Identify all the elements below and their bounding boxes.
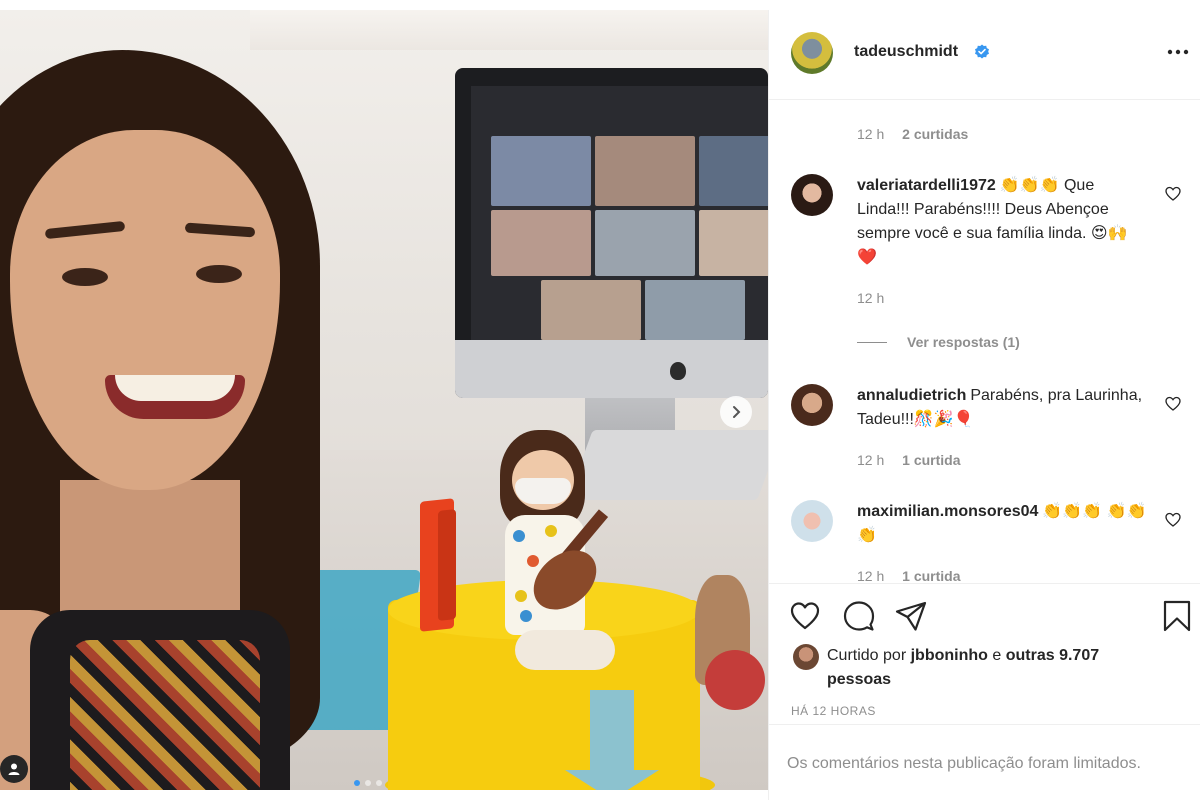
commenter-avatar[interactable] bbox=[791, 500, 833, 542]
carousel-dot-1 bbox=[354, 780, 360, 786]
second-figurine-dress bbox=[705, 650, 765, 710]
girl-eye-left bbox=[62, 268, 108, 286]
commenter-username[interactable]: annaludietrich bbox=[857, 387, 966, 404]
comment-time: 12 h bbox=[857, 568, 885, 583]
view-replies-button[interactable]: Ver respostas (1) bbox=[857, 334, 1020, 350]
commenter-avatar[interactable] bbox=[791, 384, 833, 426]
photo-monitor bbox=[455, 68, 768, 398]
post-photo[interactable] bbox=[0, 10, 768, 790]
comment-like-heart-icon[interactable] bbox=[1165, 396, 1181, 412]
girl-smile bbox=[105, 375, 245, 419]
girl-shirt bbox=[30, 610, 290, 790]
verified-badge-icon bbox=[975, 44, 989, 59]
comment-time: 12 h bbox=[857, 290, 885, 306]
caption-time: 12 h bbox=[857, 126, 885, 142]
comment-item: maximilian.monsores04 👏👏👏 👏👏👏 bbox=[791, 500, 1181, 560]
carousel-dot-3 bbox=[376, 780, 382, 786]
author-avatar[interactable] bbox=[791, 32, 833, 74]
girl-neck bbox=[60, 480, 240, 620]
author-username[interactable]: tadeuschmidt bbox=[854, 43, 958, 61]
heart-icon[interactable] bbox=[789, 600, 821, 632]
likes-top-user[interactable]: jbboninho bbox=[911, 647, 988, 664]
photo-keyboard bbox=[567, 430, 768, 500]
liker-avatar[interactable] bbox=[793, 644, 819, 670]
comment-time: 12 h bbox=[857, 452, 885, 468]
comment-text: maximilian.monsores04 👏👏👏 👏👏👏 bbox=[857, 500, 1147, 548]
more-options-button[interactable] bbox=[1167, 38, 1189, 61]
post-actions: Curtido por jbboninho e outras 9.707 pes… bbox=[769, 583, 1200, 798]
replies-line bbox=[857, 341, 887, 343]
comment-like-heart-icon[interactable] bbox=[1165, 512, 1181, 528]
comments-limited-text: Os comentários nesta publicação foram li… bbox=[787, 755, 1141, 772]
comment-item: valeriatardelli1972 👏👏👏 Que Linda!!! Para… bbox=[791, 174, 1181, 344]
commenter-avatar[interactable] bbox=[791, 174, 833, 216]
commenter-username[interactable]: maximilian.monsores04 bbox=[857, 503, 1038, 520]
comments-limited-notice: Os comentários nesta publicação foram li… bbox=[769, 724, 1200, 799]
cake-arrow bbox=[590, 690, 634, 780]
comment-meta: 12 h bbox=[857, 290, 884, 306]
more-horizontal-icon bbox=[1167, 49, 1189, 55]
figurine-mask bbox=[515, 478, 571, 504]
comment-icon[interactable] bbox=[843, 600, 875, 632]
commenter-username[interactable]: valeriatardelli1972 bbox=[857, 177, 996, 194]
tagged-users-button[interactable] bbox=[0, 755, 28, 783]
post-side-panel: tadeuschmidt 12 h 2 curtidas valeriatard… bbox=[768, 10, 1200, 800]
cake-arrow-head bbox=[565, 770, 659, 790]
likes-joiner: e bbox=[992, 647, 1002, 664]
comment-meta: 12 h 1 curtida bbox=[857, 568, 961, 583]
user-icon bbox=[8, 763, 20, 775]
post-header: tadeuschmidt bbox=[769, 10, 1200, 100]
comment-text: valeriatardelli1972 👏👏👏 Que Linda!!! Para… bbox=[857, 174, 1147, 270]
likes-summary: Curtido por jbboninho e outras 9.707 pes… bbox=[827, 644, 1157, 692]
post-time-ago[interactable]: HÁ 12 HORAS bbox=[791, 704, 876, 718]
share-icon[interactable] bbox=[895, 600, 927, 632]
video-call-screen bbox=[471, 86, 768, 340]
view-replies-label: Ver respostas (1) bbox=[907, 334, 1020, 350]
comment-text: annaludietrich Parabéns, pra Laurinha, Ta… bbox=[857, 384, 1147, 432]
comment-meta: 12 h 1 curtida bbox=[857, 452, 961, 468]
bookmark-icon[interactable] bbox=[1161, 600, 1193, 632]
comment-item: annaludietrich Parabéns, pra Laurinha, Ta… bbox=[791, 384, 1181, 444]
chevron-right-icon bbox=[733, 406, 741, 418]
carousel-indicator bbox=[354, 780, 382, 786]
comment-like-heart-icon[interactable] bbox=[1165, 186, 1181, 202]
comments-list: 12 h 2 curtidas valeriatardelli1972 👏👏👏 Q… bbox=[769, 100, 1200, 583]
photo-shelf bbox=[250, 10, 768, 50]
caption-meta: 12 h 2 curtidas bbox=[857, 126, 968, 142]
carousel-next-button[interactable] bbox=[720, 396, 752, 428]
girl-eye-right bbox=[196, 265, 242, 283]
carousel-dot-2 bbox=[365, 780, 371, 786]
candle-shadow bbox=[438, 509, 456, 621]
caption-likes[interactable]: 2 curtidas bbox=[902, 126, 968, 142]
comment-likes[interactable]: 1 curtida bbox=[902, 452, 960, 468]
likes-prefix: Curtido por bbox=[827, 647, 907, 664]
figurine-legs bbox=[515, 630, 615, 670]
comment-likes[interactable]: 1 curtida bbox=[902, 568, 960, 583]
